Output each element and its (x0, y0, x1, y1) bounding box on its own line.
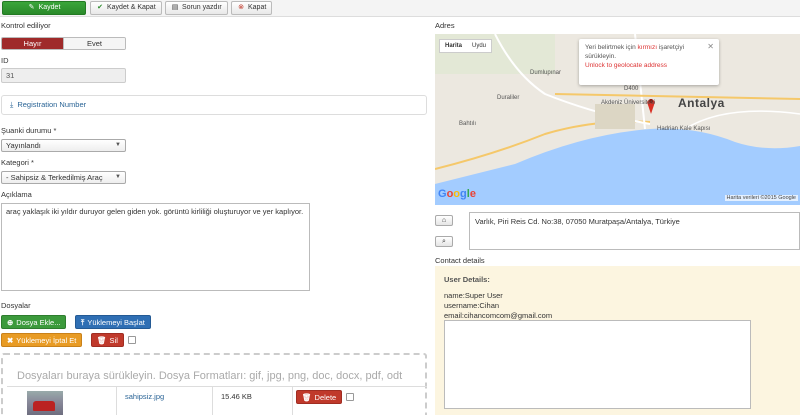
user-details-heading: User Details: (444, 275, 490, 284)
print-button[interactable]: ▤ Sorun yazdır (165, 1, 228, 15)
contact-label: Contact details (435, 256, 485, 265)
upload-icon: ⤓ (10, 100, 14, 109)
registration-number-link[interactable]: ⤓ Registration Number (1, 95, 427, 115)
toolbar: ✎ Kaydet ✔ Kaydet & Kapat ▤ Sorun yazdır ⊗ K… (0, 0, 800, 17)
city-label: Antalya (678, 96, 725, 110)
delete-all-button[interactable]: 🗑 Sil (91, 333, 124, 347)
check-icon: ✔ (97, 4, 103, 11)
add-file-button[interactable]: ⊕ Dosya Ekle... (1, 315, 67, 329)
id-field: 31 (1, 68, 126, 83)
file-size: 15.46 KB (221, 392, 252, 401)
address-field[interactable]: Varlık, Piri Reis Cd. No:38, 07050 Murat… (469, 212, 800, 250)
files-label: Dosyalar (1, 301, 31, 310)
trash-icon: 🗑 (97, 336, 107, 345)
save-button[interactable]: ✎ Kaydet (2, 1, 86, 15)
file-checkbox[interactable] (346, 393, 354, 401)
map-label: D400 (624, 86, 639, 92)
cancel-icon: ✖ (7, 336, 14, 345)
category-select[interactable]: - Sahipsiz & Terkedilmiş Araç ▼ (1, 171, 126, 184)
plus-icon: ⊕ (7, 318, 14, 327)
save-icon: ✎ (28, 4, 35, 11)
status-label: Şuanki durumu * (1, 126, 57, 135)
toggle-yes[interactable]: Evet (63, 38, 125, 49)
checked-label: Kontrol ediliyor (1, 21, 51, 30)
contact-username: username:Cihan (444, 301, 500, 310)
upload-icon: ⤒ (81, 318, 85, 327)
close-button[interactable]: ⊗ Kapat (231, 1, 273, 15)
contact-email: email:cihancomcom@gmail.com (444, 311, 553, 320)
map-type-control[interactable]: Harita Uydu (439, 39, 493, 53)
map-label: Bahtılı (459, 121, 477, 127)
dropzone-text: Dosyaları buraya sürükleyin. Dosya Forma… (17, 370, 403, 382)
dropzone[interactable]: Dosyaları buraya sürükleyin. Dosya Forma… (1, 353, 427, 415)
unlock-geolocate-link[interactable]: Unlock to geolocate address (585, 61, 713, 70)
delete-file-button[interactable]: 🗑 Delete (296, 390, 343, 404)
start-upload-button[interactable]: ⤒ Yüklemeyi Başlat (75, 315, 151, 329)
contact-name: name:Super User (444, 291, 503, 300)
contact-notes-textarea[interactable] (444, 320, 751, 409)
category-label: Kategori * (1, 158, 34, 167)
map-copyright: Harita verileri ©2015 Google (724, 195, 798, 201)
search-button[interactable]: ⌕ (435, 236, 453, 247)
file-name[interactable]: sahipsiz.jpg (125, 392, 164, 401)
id-label: ID (1, 56, 9, 65)
close-icon: ⊗ (238, 4, 244, 11)
chevron-down-icon: ▼ (115, 174, 121, 180)
map-type-map[interactable]: Harita (440, 40, 467, 52)
google-logo: Google (438, 188, 476, 200)
close-icon[interactable]: ✕ (707, 42, 714, 51)
home-icon: ⌂ (441, 217, 447, 224)
map-label: Dumlupınar (530, 70, 562, 76)
description-textarea[interactable]: araç yaklaşık iki yıldır duruyor gelen g… (1, 203, 310, 291)
print-icon: ▤ (171, 4, 179, 11)
file-row: sahipsiz.jpg 15.46 KB 🗑 Delete (7, 386, 427, 415)
map-info-window: ✕ Yeri belirtmek için kırmızı işaretçiyi… (579, 39, 719, 85)
map-type-satellite[interactable]: Uydu (467, 40, 491, 52)
chevron-down-icon: ▼ (115, 142, 121, 148)
map-label: Hadrian Kale Kapısı (657, 126, 711, 132)
description-label: Açıklama (1, 190, 32, 199)
map-label: Duraliler (497, 95, 520, 101)
file-thumbnail (27, 391, 63, 415)
map[interactable]: Harita Uydu Dumlupınar Duraliler Akdeniz… (435, 34, 800, 205)
status-select[interactable]: Yayınlandı ▼ (1, 139, 126, 152)
home-button[interactable]: ⌂ (435, 215, 453, 226)
checked-toggle[interactable]: Hayır Evet (1, 37, 126, 50)
save-close-button[interactable]: ✔ Kaydet & Kapat (90, 1, 162, 15)
address-label: Adres (435, 21, 455, 30)
trash-icon: 🗑 (302, 393, 312, 402)
map-label: Akdeniz Üniversitesi (601, 100, 656, 106)
contact-panel: User Details: name:Super User username:C… (435, 266, 800, 415)
cancel-upload-button[interactable]: ✖ Yüklemeyi İptal Et (1, 333, 83, 347)
search-icon: ⌕ (442, 238, 446, 245)
toggle-no[interactable]: Hayır (2, 38, 63, 49)
select-all-checkbox[interactable] (128, 336, 136, 344)
